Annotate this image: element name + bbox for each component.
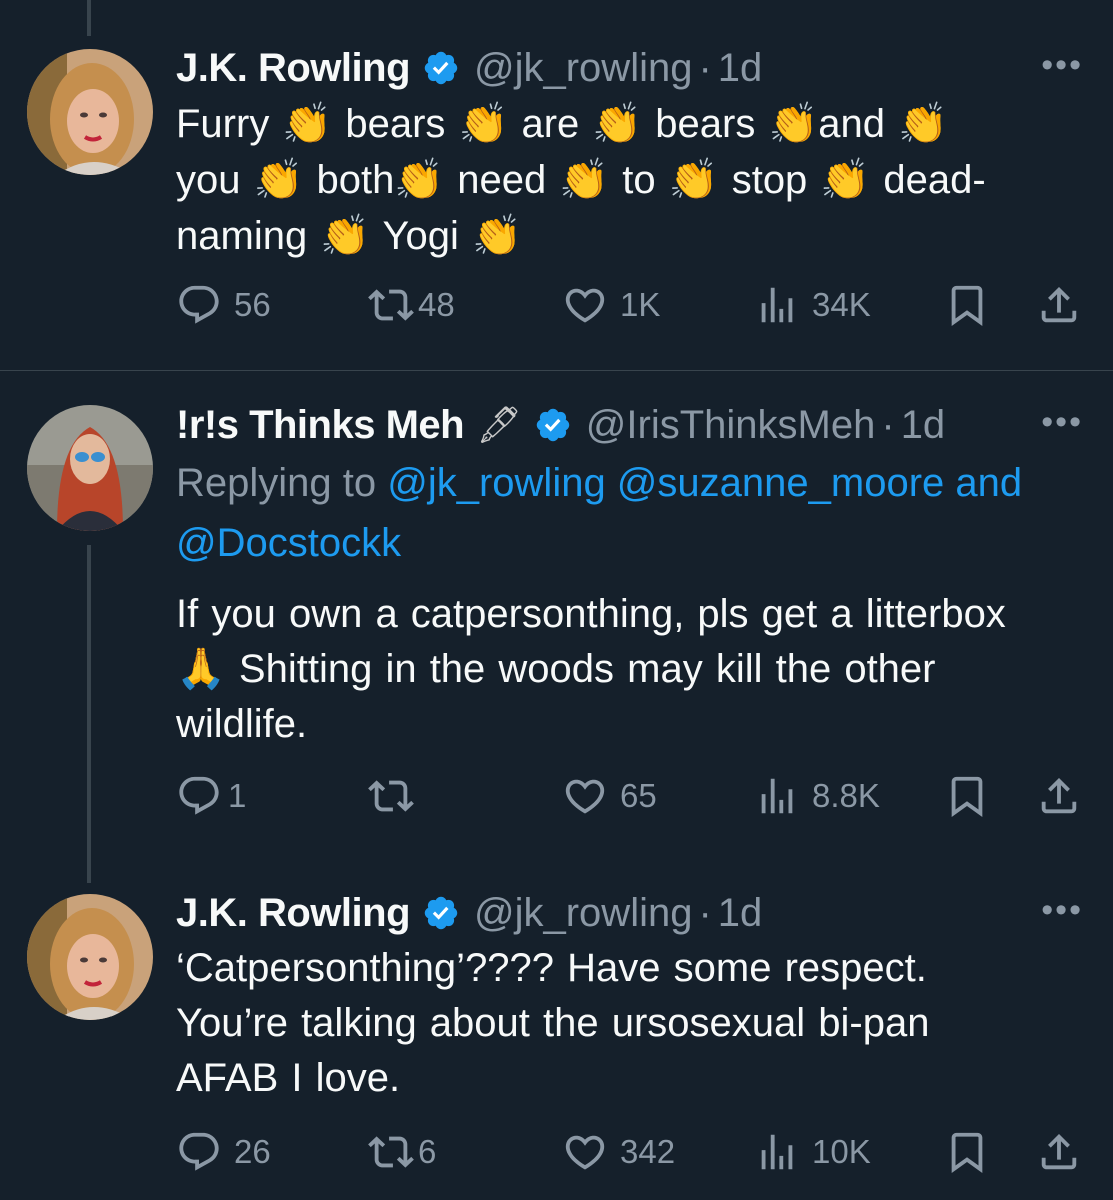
tweet-text-line: 🙏 Shitting in the woods may kill the oth… — [176, 647, 936, 691]
like-count: 1K — [620, 286, 661, 323]
bookmark-icon — [951, 776, 983, 817]
views-icon — [761, 287, 793, 323]
more-options-icon[interactable]: ••• — [1041, 403, 1083, 442]
separator-dot: · — [698, 45, 712, 90]
bookmark-button[interactable] — [944, 1129, 990, 1175]
tweet-text: Furry 👏 bears 👏 are 👏 bears 👏and 👏 you 👏… — [176, 96, 1083, 264]
avatar[interactable] — [27, 405, 153, 531]
handle[interactable]: @jk_rowling — [474, 891, 692, 936]
reply-button[interactable]: 26 — [176, 1129, 271, 1175]
bookmark-icon — [951, 1132, 983, 1173]
share-button[interactable] — [1036, 1129, 1082, 1175]
tweet-text: ‘Catpersonthing’???? Have some respect. … — [176, 941, 1083, 1106]
tweet-text-line: If you own a catpersonthing, pls get a l… — [176, 592, 1006, 636]
like-button[interactable]: 1K — [562, 282, 660, 328]
more-options-icon[interactable]: ••• — [1041, 46, 1083, 85]
tweet-1[interactable]: J.K. Rowling @jk_rowling · 1d ••• Furry … — [0, 40, 1113, 370]
verified-badge-icon[interactable] — [422, 49, 460, 87]
verified-badge-icon[interactable] — [422, 894, 460, 932]
bookmark-button[interactable] — [944, 773, 990, 819]
views-button[interactable]: 8.8K — [754, 773, 880, 819]
heart-icon — [565, 779, 605, 814]
tweet-text-line: ‘Catpersonthing’???? Have some respect. — [176, 946, 927, 990]
display-name[interactable]: J.K. Rowling — [176, 46, 411, 91]
views-icon — [761, 1134, 793, 1170]
separator-dot: · — [881, 402, 895, 447]
tweet-header: J.K. Rowling @jk_rowling · 1d — [176, 40, 1083, 96]
like-count: 65 — [620, 777, 657, 814]
tweet-text-line: wildlife. — [176, 702, 308, 746]
retweet-icon — [368, 780, 414, 812]
avatar[interactable] — [27, 49, 153, 175]
display-name[interactable]: !r!s Thinks Meh — [176, 403, 465, 448]
retweet-count: 48 — [418, 286, 455, 323]
tweet-text-line: naming 👏 Yogi 👏 — [176, 214, 522, 258]
avatar[interactable] — [27, 894, 153, 1020]
replying-to: Replying to @jk_rowling @suzanne_moore a… — [176, 453, 1083, 573]
reply-icon — [179, 1132, 219, 1171]
share-button[interactable] — [1036, 773, 1082, 819]
replying-to-link[interactable]: @Docstockk — [176, 521, 401, 565]
tweet-header: J.K. Rowling @jk_rowling · 1d — [176, 885, 1083, 941]
reply-icon — [179, 776, 219, 815]
handle[interactable]: @jk_rowling — [474, 46, 692, 91]
tweet-header: !r!s Thinks Meh 🖋 @IrisThinksMeh · 1d — [176, 397, 1083, 453]
views-button[interactable]: 10K — [754, 1129, 871, 1175]
thread-connector-top — [87, 0, 91, 36]
verified-badge-icon[interactable] — [534, 406, 572, 444]
like-button[interactable]: 342 — [562, 1129, 675, 1175]
reply-count: 56 — [234, 286, 271, 323]
tweet-3[interactable]: J.K. Rowling @jk_rowling · 1d ••• ‘Catpe… — [0, 885, 1113, 1185]
more-options-icon[interactable]: ••• — [1041, 891, 1083, 930]
tweet-2[interactable]: !r!s Thinks Meh 🖋 @IrisThinksMeh · 1d ••… — [0, 397, 1113, 857]
retweet-button[interactable]: 6 — [368, 1129, 436, 1175]
like-button[interactable]: 65 — [562, 773, 657, 819]
tweet-text: If you own a catpersonthing, pls get a l… — [176, 587, 1083, 752]
display-name[interactable]: J.K. Rowling — [176, 891, 411, 936]
replying-to-links[interactable]: @jk_rowling @suzanne_moore and — [387, 461, 1022, 505]
timestamp[interactable]: 1d — [901, 403, 946, 448]
reply-button[interactable]: 1 — [176, 773, 246, 819]
timestamp[interactable]: 1d — [718, 891, 763, 936]
retweet-button[interactable]: 48 — [368, 282, 455, 328]
heart-icon — [565, 1135, 605, 1170]
share-icon — [1041, 1133, 1077, 1170]
fountain-pen-icon: 🖋 — [476, 404, 522, 445]
tweet-text-line: AFAB I love. — [176, 1056, 401, 1100]
view-count: 10K — [812, 1133, 871, 1170]
views-button[interactable]: 34K — [754, 282, 871, 328]
replying-prefix: Replying to — [176, 461, 388, 505]
view-count: 8.8K — [812, 777, 880, 814]
retweet-button[interactable] — [368, 773, 426, 819]
bookmark-icon — [951, 285, 983, 326]
retweet-count: 6 — [418, 1133, 437, 1170]
action-bar: 26 6 342 10K — [176, 1129, 1083, 1179]
view-count: 34K — [812, 286, 871, 323]
share-icon — [1041, 286, 1077, 323]
separator-dot: · — [698, 890, 712, 935]
tweet-text-line: You’re talking about the ursosexual bi-p… — [176, 1001, 930, 1045]
share-icon — [1041, 777, 1077, 814]
timestamp[interactable]: 1d — [718, 46, 763, 91]
action-bar: 56 48 1K 34K — [176, 282, 1083, 332]
share-button[interactable] — [1036, 282, 1082, 328]
reply-count: 1 — [228, 777, 247, 814]
retweet-icon — [368, 289, 414, 321]
tweet-text-line: Furry 👏 bears 👏 are 👏 bears 👏and 👏 — [176, 102, 948, 146]
views-icon — [761, 778, 793, 814]
bookmark-button[interactable] — [944, 282, 990, 328]
reply-icon — [179, 285, 219, 324]
divider — [0, 370, 1113, 371]
heart-icon — [565, 288, 605, 323]
like-count: 342 — [620, 1133, 676, 1170]
retweet-icon — [368, 1136, 414, 1168]
reply-button[interactable]: 56 — [176, 282, 271, 328]
action-bar: 1 65 8.8K — [176, 773, 1083, 823]
tweet-text-line: you 👏 both👏 need 👏 to 👏 stop 👏 dead- — [176, 158, 986, 202]
reply-count: 26 — [234, 1133, 271, 1170]
handle[interactable]: @IrisThinksMeh — [586, 403, 876, 448]
